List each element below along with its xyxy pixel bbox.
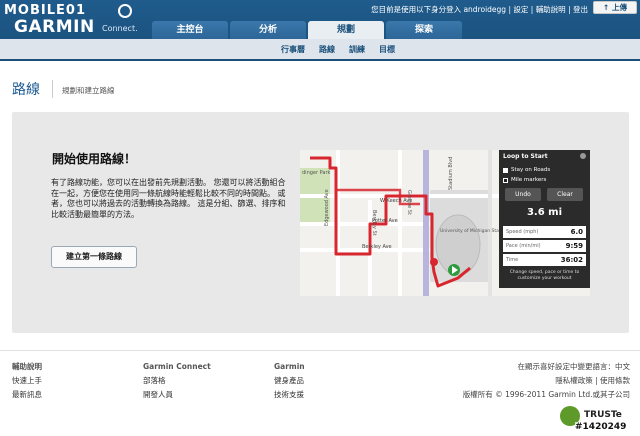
- panel-title: Loop to Start: [503, 153, 548, 160]
- main-tabs: 主控台 分析 規劃 探索: [152, 21, 464, 39]
- create-first-route-button[interactable]: 建立第一條路線: [51, 246, 137, 268]
- panel-toggle-icon[interactable]: [580, 153, 586, 159]
- route-distance: 3.6 mi: [526, 207, 563, 218]
- mile-markers-label: Mile markers: [511, 177, 547, 183]
- footer-col-connect: Garmin Connect 部落格 開發人員: [143, 360, 211, 402]
- copyright-text: 版權所有 © 1996-2011 Garmin Ltd.或其子公司: [462, 390, 630, 399]
- map-label-berkley-st: Berkley St: [371, 210, 377, 236]
- stat-row[interactable]: Pace (min/mi) 9:59: [503, 240, 586, 252]
- footer-link-quickstart[interactable]: 快速上手: [12, 374, 42, 388]
- undo-button[interactable]: Undo: [505, 188, 541, 201]
- route-marker-icon: [430, 258, 438, 266]
- footer-link-blog[interactable]: 部落格: [143, 374, 211, 388]
- panel-footer-note: Change speed, pace or time to customize …: [509, 270, 580, 281]
- account-links: 您目前是使用以下身分登入 androidegg | 設定 | 輔助說明 | 登出: [371, 5, 588, 14]
- tab-explore[interactable]: 探索: [386, 21, 462, 39]
- route-map-preview: dinger Park W Keech Ave Potter Ave Berkl…: [300, 150, 590, 296]
- footer-divider: [0, 350, 640, 351]
- stat-value: 9:59: [565, 242, 583, 250]
- mile-markers-checkbox[interactable]: [503, 177, 508, 183]
- footer-help-heading: 輔助說明: [12, 362, 42, 371]
- subnav-training[interactable]: 訓練: [349, 44, 365, 55]
- stat-label: Pace (min/mi): [506, 243, 541, 249]
- route-stats-panel: Loop to Start Stay on Roads Mile markers…: [499, 150, 590, 288]
- footer-link-developers[interactable]: 開發人員: [143, 388, 211, 402]
- stay-on-roads-label: Stay on Roads: [511, 167, 551, 173]
- garmin-logo[interactable]: GARMIN: [14, 17, 95, 37]
- stat-row[interactable]: Speed (mph) 6.0: [503, 226, 586, 238]
- footer-col-help: 輔助說明 快速上手 最新訊息: [12, 360, 42, 402]
- truste-label: TRUSTe: [584, 410, 622, 420]
- subnav-calendar[interactable]: 行事曆: [281, 44, 305, 55]
- sub-navigation: 行事曆 路線 訓練 目標: [0, 39, 640, 59]
- subnav-routes[interactable]: 路線: [319, 44, 335, 55]
- stat-label: Time: [506, 257, 519, 263]
- footer-garmin-heading: Garmin: [274, 362, 305, 371]
- map-label-edgewood: Edgewood Ave: [324, 189, 330, 226]
- map-label-berkley: Berkley Ave: [362, 244, 392, 250]
- clear-button[interactable]: Clear: [547, 188, 583, 201]
- tab-planning[interactable]: 規劃: [308, 21, 384, 39]
- subnav-goals[interactable]: 目標: [379, 44, 395, 55]
- upload-button[interactable]: ↑ 上傳: [593, 1, 637, 14]
- footer-right: 在顯示喜好設定中變更語言：中文 隱私權政策 | 使用條款 版權所有 © 1996…: [463, 360, 630, 402]
- page-title: 路線: [12, 82, 40, 98]
- stay-on-roads-checkbox[interactable]: [503, 167, 508, 173]
- hero-description: 有了路線功能，您可以在出發前先規劃活動。 您還可以將活動組合在一起，方便您在使用…: [51, 178, 286, 219]
- footer-link-support[interactable]: 技術支援: [274, 388, 305, 402]
- footer-link-news[interactable]: 最新訊息: [12, 388, 42, 402]
- tab-analysis[interactable]: 分析: [230, 21, 306, 39]
- logout-link[interactable]: 登出: [573, 5, 588, 14]
- connect-logo-text: Connect.: [102, 24, 138, 33]
- mobile01-badge-icon: [118, 4, 132, 18]
- privacy-terms-links[interactable]: 隱私權政策 | 使用條款: [463, 374, 630, 388]
- stat-row[interactable]: Time 36:02: [503, 254, 586, 266]
- page-subtitle: 規劃和建立路線: [62, 86, 115, 95]
- footer-connect-heading: Garmin Connect: [143, 362, 211, 371]
- help-link[interactable]: 輔助說明: [536, 5, 566, 14]
- hero-title: 開始使用路線！: [52, 152, 137, 166]
- footer-link-fitness[interactable]: 健身產品: [274, 374, 305, 388]
- footer-col-garmin: Garmin 健身產品 技術支援: [274, 360, 305, 402]
- map-label-greene: Greene St: [406, 190, 412, 215]
- map-label-stadium-blvd: Stadium Blvd: [448, 157, 454, 190]
- map-label-park: dinger Park: [302, 170, 331, 176]
- login-status: 您目前是使用以下身分登入 androidegg: [371, 5, 507, 14]
- mobile01-logo-text: MOBILE01: [4, 3, 86, 18]
- tab-dashboard[interactable]: 主控台: [152, 21, 228, 39]
- stat-value: 36:02: [560, 256, 583, 264]
- stat-rows: Speed (mph) 6.0 Pace (min/mi) 9:59 Time 36:02: [503, 226, 586, 268]
- watermark-id: #1420249: [575, 422, 627, 432]
- stat-label: Speed (mph): [506, 229, 539, 235]
- title-divider: [52, 80, 53, 98]
- language-preference-link[interactable]: 在顯示喜好設定中變更語言：中文: [463, 360, 631, 374]
- settings-link[interactable]: 設定: [513, 5, 528, 14]
- stat-value: 6.0: [570, 228, 583, 236]
